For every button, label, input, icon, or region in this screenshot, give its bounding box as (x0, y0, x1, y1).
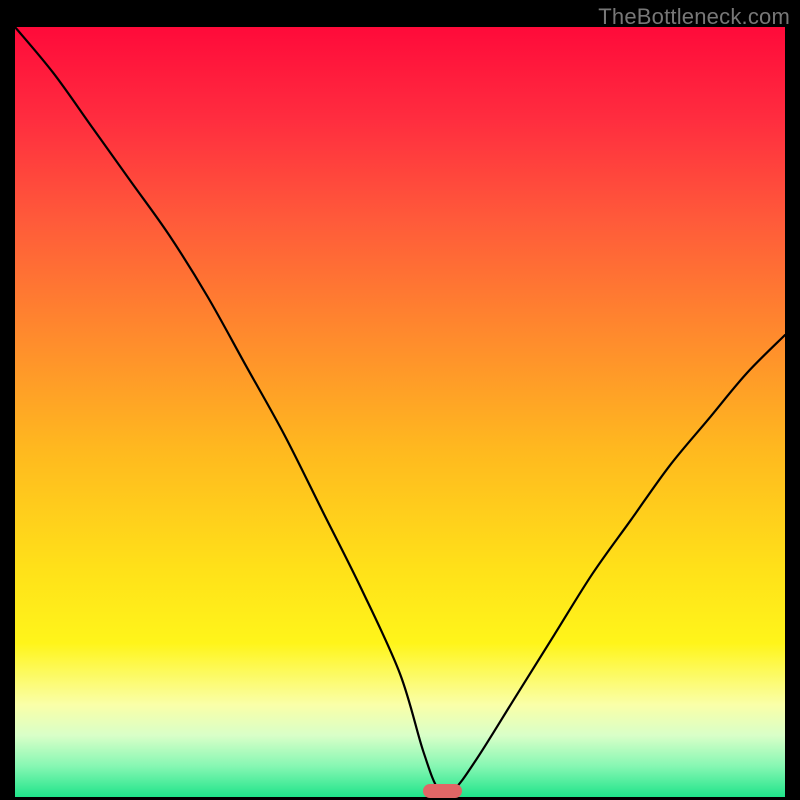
chart-svg (15, 27, 785, 797)
optimal-range-marker (423, 784, 462, 798)
chart-frame (15, 27, 785, 797)
bottleneck-curve-path (15, 27, 785, 794)
